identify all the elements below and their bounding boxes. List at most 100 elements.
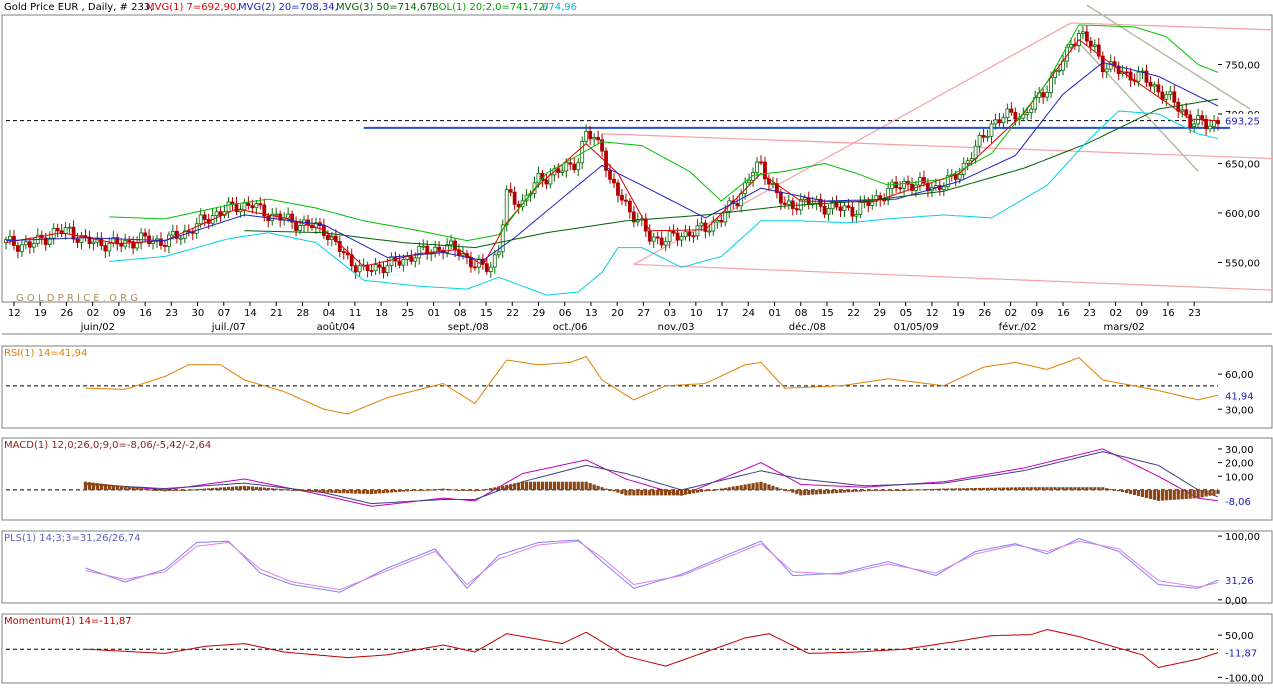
histogram-bar: [703, 489, 707, 492]
candle-body: [163, 245, 167, 247]
x-month-label: oct./06: [553, 322, 588, 333]
histogram-bar: [1101, 487, 1105, 490]
histogram-bar: [1025, 487, 1029, 490]
histogram-bar: [588, 483, 592, 490]
candle-body: [19, 244, 24, 252]
histogram-bar: [560, 481, 564, 490]
candle-body: [1180, 109, 1185, 112]
candle-body: [671, 230, 676, 234]
histogram-bar: [966, 488, 970, 490]
x-day-label: 23: [165, 308, 178, 319]
candle-body: [620, 194, 624, 201]
histogram-bar: [306, 489, 310, 492]
mvg1-legend: MVG(1) 7=692,90,: [146, 2, 239, 13]
candle-body: [234, 203, 239, 213]
histogram-bar: [417, 489, 421, 491]
panel-title: RSI(1) 14=41,94: [4, 348, 87, 359]
candle-body: [437, 246, 442, 251]
candle-body: [822, 205, 827, 215]
candle-body: [842, 205, 847, 211]
histogram-bar: [656, 489, 660, 496]
histogram-bar: [199, 488, 203, 490]
x-day-label: 23: [1083, 308, 1096, 319]
y-tick-label: 10,00: [1225, 472, 1254, 483]
candle-body: [484, 263, 489, 272]
histogram-bar: [747, 483, 751, 490]
candle-body: [91, 241, 96, 244]
candle-body: [135, 242, 140, 249]
histogram-bar: [230, 486, 235, 490]
histogram-bar: [342, 489, 346, 494]
histogram-bar: [695, 489, 700, 493]
histogram-bar: [532, 481, 537, 490]
histogram-bar: [1144, 489, 1149, 498]
histogram-bar: [819, 489, 823, 495]
channel-line-upper-flat: [602, 133, 1273, 160]
candles: [4, 25, 1220, 279]
histogram-bar: [787, 489, 791, 492]
candle-body: [298, 225, 302, 231]
candle-body: [63, 227, 68, 234]
mvg2-legend: MVG(2) 20=708,34,: [238, 2, 338, 13]
last-value-label: 41,94: [1225, 391, 1254, 402]
x-day-label: 21: [270, 308, 283, 319]
candle-body: [27, 241, 32, 248]
x-day-label: 02: [1005, 308, 1018, 319]
histogram-bar: [513, 483, 517, 490]
candle-body: [1212, 120, 1216, 127]
histogram-bar: [246, 486, 250, 490]
candle-body: [687, 231, 692, 237]
candle-body: [651, 236, 656, 242]
histogram-bar: [1017, 487, 1021, 490]
histogram-bar: [270, 488, 274, 490]
candle-body: [1025, 112, 1030, 115]
histogram-bar: [568, 481, 572, 490]
x-day-label: 08: [795, 308, 808, 319]
histogram-bar: [266, 487, 270, 490]
histogram-bar: [870, 489, 874, 492]
candle-body: [1208, 125, 1212, 130]
histogram-bar: [469, 489, 473, 491]
histogram-bar: [858, 489, 862, 492]
candle-body: [246, 202, 251, 207]
histogram-bar: [731, 486, 735, 490]
candle-body: [1029, 108, 1034, 113]
histogram-bar: [564, 481, 568, 490]
histogram-bar: [457, 489, 461, 491]
channel-line-rising: [633, 22, 1072, 265]
candle-body: [719, 220, 724, 223]
candle-body: [512, 191, 517, 205]
histogram-bar: [751, 483, 755, 490]
histogram-bar: [1085, 487, 1089, 490]
histogram-bar: [1029, 487, 1033, 490]
histogram-bar: [882, 489, 886, 491]
histogram-bar: [262, 487, 266, 490]
histogram-bar: [898, 489, 902, 491]
histogram-bar: [894, 489, 898, 491]
histogram-bar: [310, 489, 314, 492]
histogram-bar: [163, 489, 167, 492]
candle-body: [341, 251, 346, 254]
histogram-bar: [318, 489, 322, 493]
histogram-bar: [397, 489, 402, 492]
histogram-bar: [151, 489, 155, 491]
x-day-label: 07: [218, 308, 231, 319]
chart-title: Gold Price EUR , Daily, # 233,: [4, 2, 153, 13]
histogram-bar: [779, 488, 783, 490]
histogram-bar: [576, 481, 580, 490]
candle-body: [759, 161, 763, 164]
histogram-bar: [1172, 489, 1176, 500]
candle-body: [381, 266, 386, 274]
histogram-bar: [815, 489, 819, 495]
x-day-label: 11: [349, 308, 362, 319]
histogram-bar: [711, 489, 715, 491]
histogram-bar: [1117, 489, 1121, 492]
histogram-bar: [1073, 487, 1077, 490]
candle-body: [385, 265, 390, 274]
histogram-bar: [449, 489, 453, 491]
candle-body: [449, 240, 453, 246]
histogram-bar: [604, 488, 608, 490]
histogram-bar: [1049, 487, 1053, 490]
histogram-bar: [540, 481, 545, 490]
histogram-bar: [906, 489, 910, 491]
